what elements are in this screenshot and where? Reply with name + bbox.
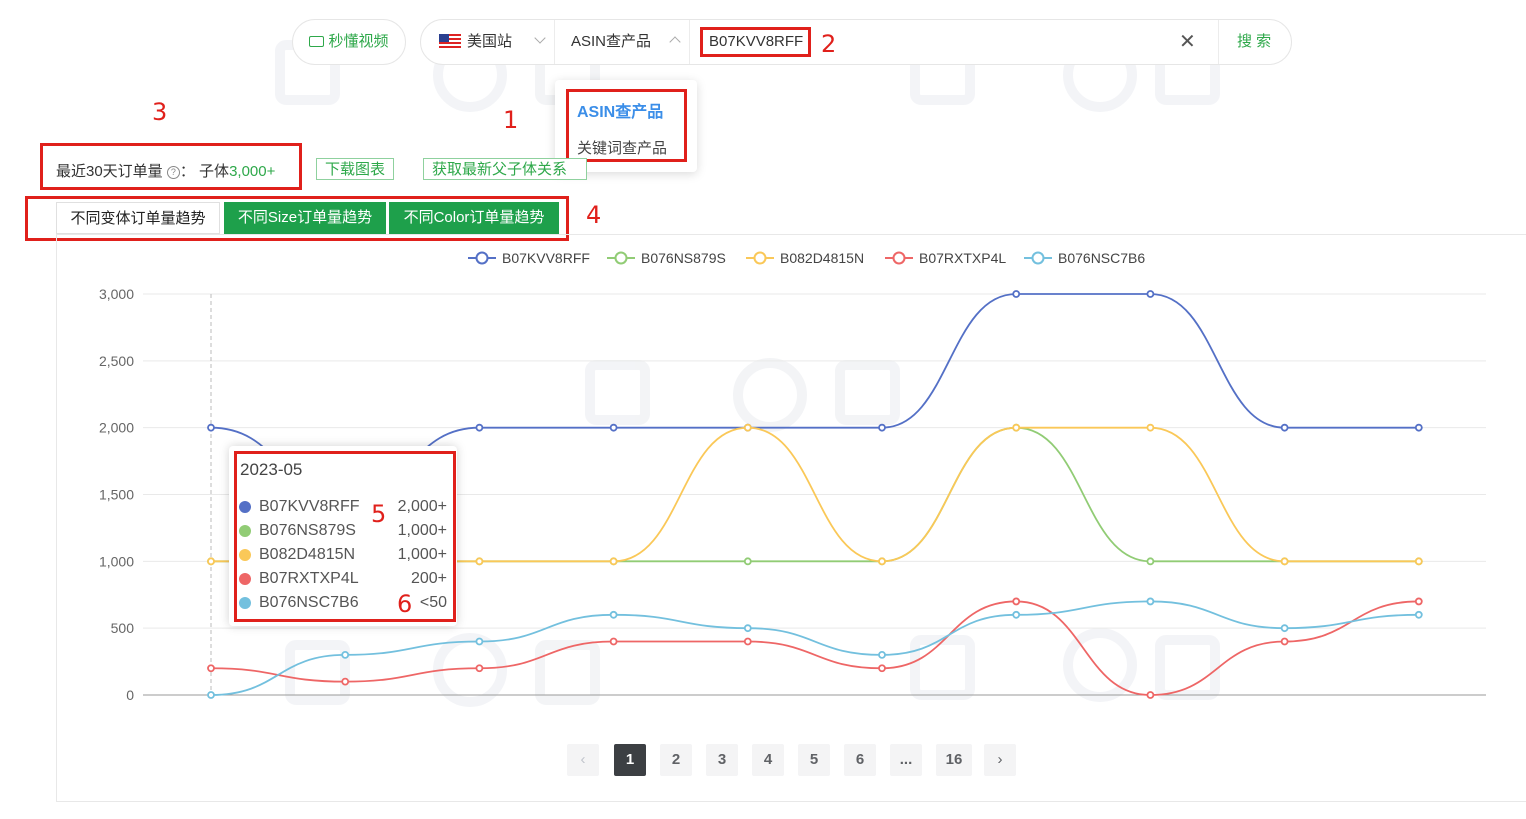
annotation-5: 5 <box>371 500 387 528</box>
data-point <box>609 423 618 432</box>
data-point <box>878 664 886 673</box>
data-point <box>475 664 484 673</box>
legend-marker <box>753 251 767 265</box>
data-point <box>475 423 484 432</box>
page-ellipsis[interactable]: ... <box>890 744 922 776</box>
y-tick-label: 0 <box>126 687 134 703</box>
data-point <box>1280 624 1289 633</box>
data-point <box>1414 610 1423 619</box>
data-point <box>207 557 215 566</box>
data-point <box>1414 597 1423 606</box>
legend-marker <box>892 251 906 265</box>
legend-marker <box>475 251 489 265</box>
data-point <box>878 423 886 432</box>
annotation-6: 6 <box>397 590 413 618</box>
page-button[interactable]: 4 <box>752 744 784 776</box>
data-point <box>1280 557 1289 566</box>
y-tick-label: 3,000 <box>99 286 134 302</box>
legend-label: B07KVV8RFF <box>502 250 590 266</box>
data-point <box>743 557 752 566</box>
data-point <box>1012 423 1021 432</box>
data-point <box>207 664 215 673</box>
page-button[interactable]: 16 <box>936 744 972 776</box>
page-button[interactable]: 5 <box>798 744 830 776</box>
next-page-button[interactable]: › <box>984 744 1016 776</box>
highlight-box-tooltip <box>234 451 456 622</box>
legend-marker <box>1031 251 1045 265</box>
y-tick-label: 1,000 <box>99 553 134 569</box>
data-point <box>1146 423 1155 432</box>
data-point <box>341 677 350 686</box>
data-point <box>1012 290 1021 298</box>
data-point <box>878 557 886 566</box>
data-point <box>878 651 886 659</box>
line-chart: 0 500 1,000 1,500 2,000 2,500 3,000 B07KVV8RFF B… <box>99 250 1486 703</box>
data-point <box>475 637 484 646</box>
data-point <box>609 637 618 646</box>
data-point <box>341 651 350 659</box>
data-point <box>1012 610 1021 619</box>
data-point <box>609 557 618 566</box>
data-point <box>1414 557 1423 566</box>
data-point <box>1146 557 1155 566</box>
data-point <box>207 691 215 699</box>
data-point <box>609 610 618 619</box>
page-button[interactable]: 6 <box>844 744 876 776</box>
data-point <box>1414 423 1423 432</box>
data-point <box>1280 637 1289 646</box>
data-point <box>1146 290 1155 298</box>
legend-label: B07RXTXP4L <box>919 250 1006 266</box>
data-point <box>1146 691 1155 699</box>
page-button[interactable]: 3 <box>706 744 738 776</box>
y-tick-label: 2,000 <box>99 420 134 436</box>
page-button[interactable]: 1 <box>614 744 646 776</box>
legend-marker <box>614 251 628 265</box>
y-tick-label: 2,500 <box>99 353 134 369</box>
legend-label: B076NS879S <box>641 250 726 266</box>
y-tick-label: 1,500 <box>99 487 134 503</box>
data-point <box>1280 423 1289 432</box>
y-tick-label: 500 <box>111 620 135 636</box>
prev-page-button[interactable]: ‹ <box>567 744 599 776</box>
legend-label: B076NSC7B6 <box>1058 250 1145 266</box>
data-point <box>743 423 752 432</box>
data-point <box>743 637 752 646</box>
data-point <box>1146 597 1155 606</box>
data-point <box>1012 597 1021 606</box>
data-point <box>743 624 752 633</box>
data-point <box>475 557 484 566</box>
data-point <box>207 423 215 432</box>
legend-label: B082D4815N <box>780 250 864 266</box>
page-button[interactable]: 2 <box>660 744 692 776</box>
